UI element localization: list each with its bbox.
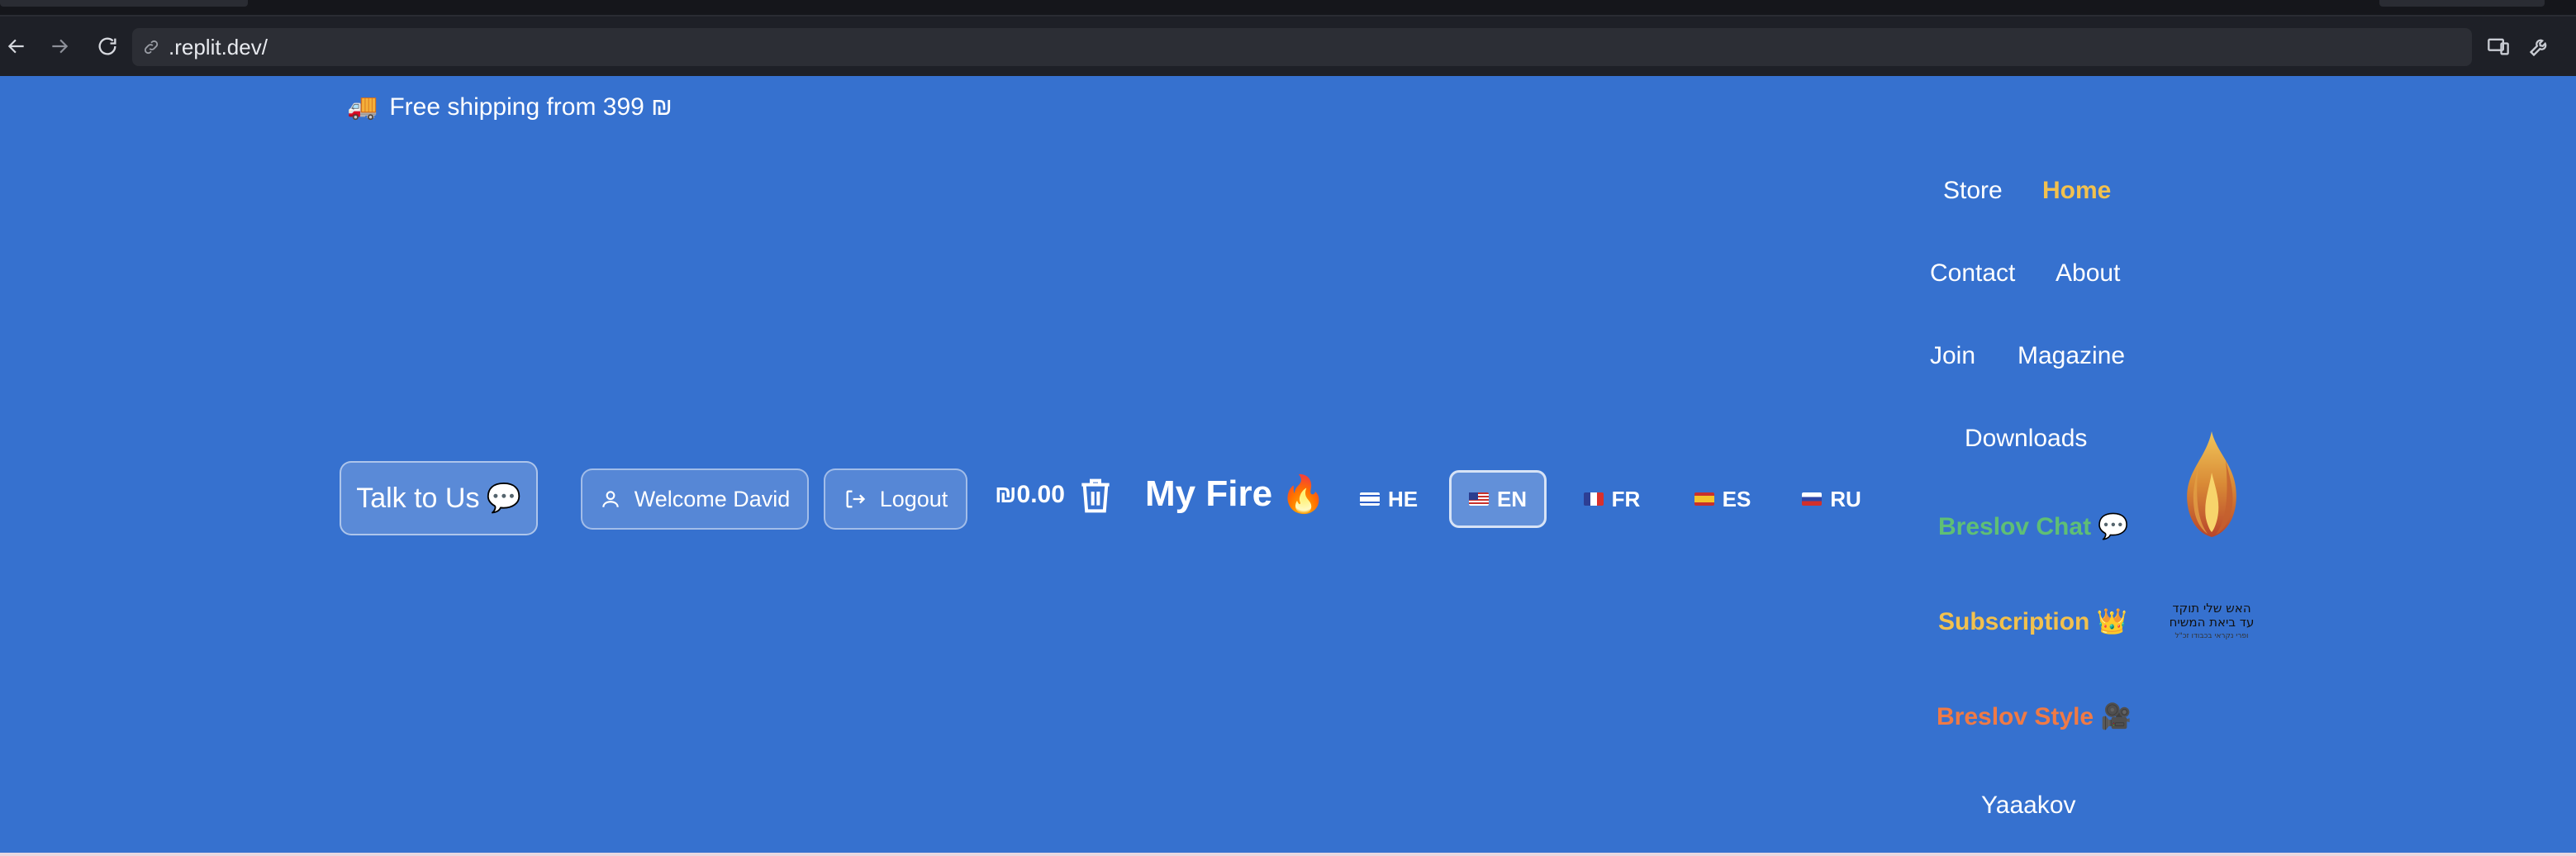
lang-he-label: HE bbox=[1387, 486, 1419, 511]
talk-to-us-button[interactable]: Talk to Us 💬 bbox=[340, 461, 538, 535]
spain-flag-icon bbox=[1694, 492, 1714, 506]
bottom-divider bbox=[0, 853, 2576, 856]
address-bar[interactable]: .replit.dev/ bbox=[132, 28, 2472, 66]
lang-en-button[interactable]: EN bbox=[1449, 470, 1547, 528]
lang-ru-button[interactable]: RU bbox=[1794, 470, 1869, 528]
cart-total[interactable]: ₪0.00 bbox=[995, 481, 1065, 509]
nav-about[interactable]: About bbox=[2056, 259, 2120, 288]
my-fire-label: My Fire bbox=[1145, 473, 1273, 514]
israel-flag-icon bbox=[1359, 492, 1380, 506]
arrow-left-icon bbox=[7, 39, 24, 54]
nav-store[interactable]: Store bbox=[1943, 177, 2003, 205]
nav-breslov-chat[interactable]: Breslov Chat 💬 bbox=[1938, 512, 2129, 541]
usa-flag-icon bbox=[1468, 492, 1489, 506]
trash-icon[interactable] bbox=[1079, 476, 1112, 516]
lang-he-button[interactable]: HE bbox=[1352, 470, 1426, 528]
arrow-right-icon bbox=[52, 39, 69, 54]
welcome-label: Welcome David bbox=[634, 486, 791, 511]
wrench-icon bbox=[2529, 39, 2547, 57]
nav-downloads[interactable]: Downloads bbox=[1965, 425, 2087, 453]
nav-join[interactable]: Join bbox=[1930, 342, 1975, 370]
tab[interactable] bbox=[0, 0, 248, 7]
back-button[interactable] bbox=[0, 30, 33, 63]
lang-ru-label: RU bbox=[1830, 486, 1861, 511]
nav-contact[interactable]: Contact bbox=[1930, 259, 2015, 288]
logout-button[interactable]: Logout bbox=[824, 468, 967, 530]
talk-to-us-label: Talk to Us bbox=[356, 482, 480, 514]
reload-button[interactable] bbox=[91, 30, 124, 63]
nav-home[interactable]: Home bbox=[2042, 177, 2111, 205]
logout-icon bbox=[846, 490, 865, 508]
nav-breslov-style-label: Breslov Style bbox=[1937, 703, 2094, 730]
logo-caption: האש שלי תוקד עד ביאת המשיח ופרי נקראי בכ… bbox=[2166, 602, 2257, 644]
devices-icon bbox=[2488, 38, 2509, 55]
tools-button[interactable] bbox=[2525, 31, 2555, 61]
fire-icon: 🔥 bbox=[1281, 474, 1326, 515]
speech-bubble-icon: 💬 bbox=[486, 483, 521, 514]
nav-breslov-style[interactable]: Breslov Style 🎥 bbox=[1937, 702, 2132, 731]
lang-es-button[interactable]: ES bbox=[1685, 470, 1760, 528]
lang-en-label: EN bbox=[1496, 486, 1528, 511]
tab-strip bbox=[0, 0, 2576, 17]
browser-chrome: .replit.dev/ bbox=[0, 0, 2576, 76]
nav-yaaakov[interactable]: Yaaakov bbox=[1981, 792, 2076, 820]
link-icon bbox=[144, 40, 159, 55]
crown-icon: 👑 bbox=[2096, 608, 2128, 635]
user-icon bbox=[601, 491, 619, 507]
nav-magazine[interactable]: Magazine bbox=[2018, 342, 2125, 370]
my-fire-button[interactable]: My Fire 🔥 bbox=[1145, 473, 1326, 516]
flame-logo-icon[interactable] bbox=[2166, 423, 2257, 564]
movie-camera-icon: 🎥 bbox=[2100, 703, 2132, 730]
logo-line-2: עד ביאת המשיח bbox=[2169, 615, 2255, 630]
logout-label: Logout bbox=[879, 486, 948, 511]
tab[interactable] bbox=[2379, 0, 2545, 7]
url-text: .replit.dev/ bbox=[169, 34, 268, 59]
lang-fr-button[interactable]: FR bbox=[1575, 470, 1649, 528]
shipping-text: Free shipping from 399 ₪ bbox=[389, 93, 673, 121]
reload-icon bbox=[98, 37, 116, 55]
truck-icon: 🚚 bbox=[347, 93, 378, 121]
welcome-user-button[interactable]: Welcome David bbox=[581, 468, 809, 530]
lang-fr-label: FR bbox=[1611, 486, 1641, 511]
logo-line-3: ופרי נקראי בכבודו זכ"ל bbox=[2174, 632, 2249, 640]
forward-button[interactable] bbox=[43, 30, 76, 63]
nav-breslov-chat-label: Breslov Chat bbox=[1938, 513, 2092, 540]
device-toolbar-button[interactable] bbox=[2483, 31, 2513, 61]
lang-es-label: ES bbox=[1722, 486, 1751, 511]
speech-bubble-icon: 💬 bbox=[2098, 513, 2129, 540]
france-flag-icon bbox=[1583, 492, 1604, 506]
page: 🚚 Free shipping from 399 ₪ Talk to Us 💬 … bbox=[0, 76, 2576, 856]
logo-line-1: האש שלי תוקד bbox=[2172, 601, 2251, 616]
nav-subscription[interactable]: Subscription 👑 bbox=[1938, 607, 2127, 636]
russia-flag-icon bbox=[1802, 492, 1823, 506]
nav-subscription-label: Subscription bbox=[1938, 608, 2090, 635]
shipping-banner: 🚚 Free shipping from 399 ₪ bbox=[347, 93, 673, 121]
